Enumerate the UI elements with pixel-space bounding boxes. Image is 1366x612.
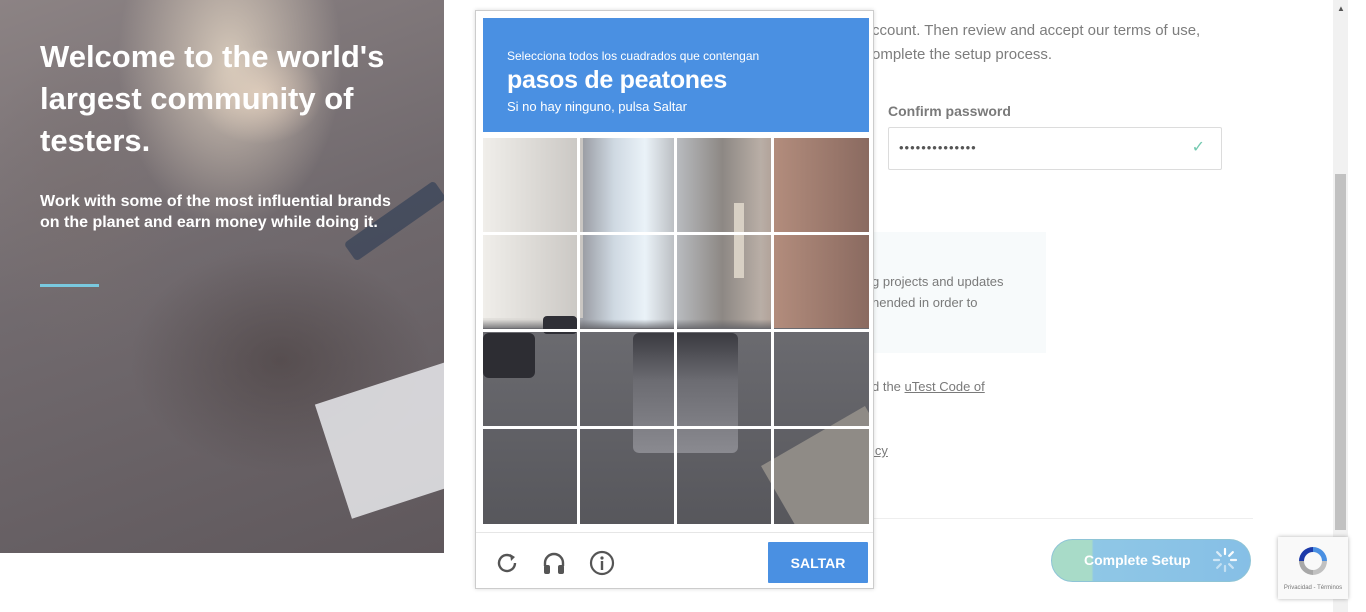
captcha-image-grid[interactable]: [483, 138, 869, 524]
complete-setup-button[interactable]: Complete Setup: [1051, 539, 1251, 582]
notification-info-box: g projects and updates nended in order t…: [872, 232, 1046, 353]
reload-icon[interactable]: [494, 550, 520, 576]
recaptcha-logo-icon: [1299, 547, 1327, 575]
setup-intro-text: ccount. Then review and accept our terms…: [872, 19, 1200, 67]
hero-subtitle: Work with some of the most influential b…: [40, 193, 391, 231]
code-prefix: d the: [872, 379, 905, 394]
confirm-password-value: ••••••••••••••: [899, 140, 977, 155]
confirm-password-input[interactable]: •••••••••••••• ✓: [888, 127, 1222, 170]
captcha-target: pasos de peatones: [507, 66, 727, 94]
confirm-password-label: Confirm password: [888, 103, 1011, 119]
setup-intro-line-1: ccount. Then review and accept our terms…: [872, 22, 1201, 39]
info-icon[interactable]: [589, 550, 615, 576]
info-line-1: g projects and updates: [872, 274, 1004, 289]
loading-spinner-icon: [1212, 547, 1238, 573]
page-scrollbar[interactable]: ▲: [1333, 0, 1348, 612]
code-of-conduct-link[interactable]: uTest Code of: [905, 379, 985, 394]
audio-icon[interactable]: [541, 550, 567, 576]
complete-setup-label: Complete Setup: [1084, 552, 1191, 568]
skip-button[interactable]: SALTAR: [768, 542, 868, 583]
hero-accent-line: [40, 284, 99, 287]
form-divider: [872, 518, 1253, 519]
scrollbar-thumb[interactable]: [1335, 174, 1346, 530]
setup-intro-line-2: omplete the setup process.: [872, 46, 1053, 63]
captcha-challenge-dialog: Selecciona todos los cuadrados que conte…: [475, 10, 874, 589]
scroll-up-arrow-icon[interactable]: ▲: [1337, 4, 1345, 13]
policy-link[interactable]: icy: [872, 443, 888, 458]
recaptcha-badge[interactable]: Privacidad - Términos: [1278, 537, 1348, 599]
grid-tile-dividers: [483, 138, 869, 524]
info-line-2: nended in order to: [872, 295, 978, 310]
recaptcha-terms[interactable]: Privacidad - Términos: [1278, 585, 1348, 591]
code-of-conduct-text: d the uTest Code of: [872, 379, 985, 394]
captcha-instruction: Selecciona todos los cuadrados que conte…: [507, 49, 760, 63]
captcha-hint: Si no hay ninguno, pulsa Saltar: [507, 99, 687, 114]
captcha-header: Selecciona todos los cuadrados que conte…: [483, 18, 869, 132]
hero-title: Welcome to the world's largest community…: [40, 39, 385, 158]
captcha-footer: SALTAR: [476, 532, 873, 589]
hero-paper-graphic: [314, 361, 444, 519]
check-icon: ✓: [1191, 139, 1205, 156]
hero-panel: Welcome to the world's largest community…: [0, 0, 444, 553]
